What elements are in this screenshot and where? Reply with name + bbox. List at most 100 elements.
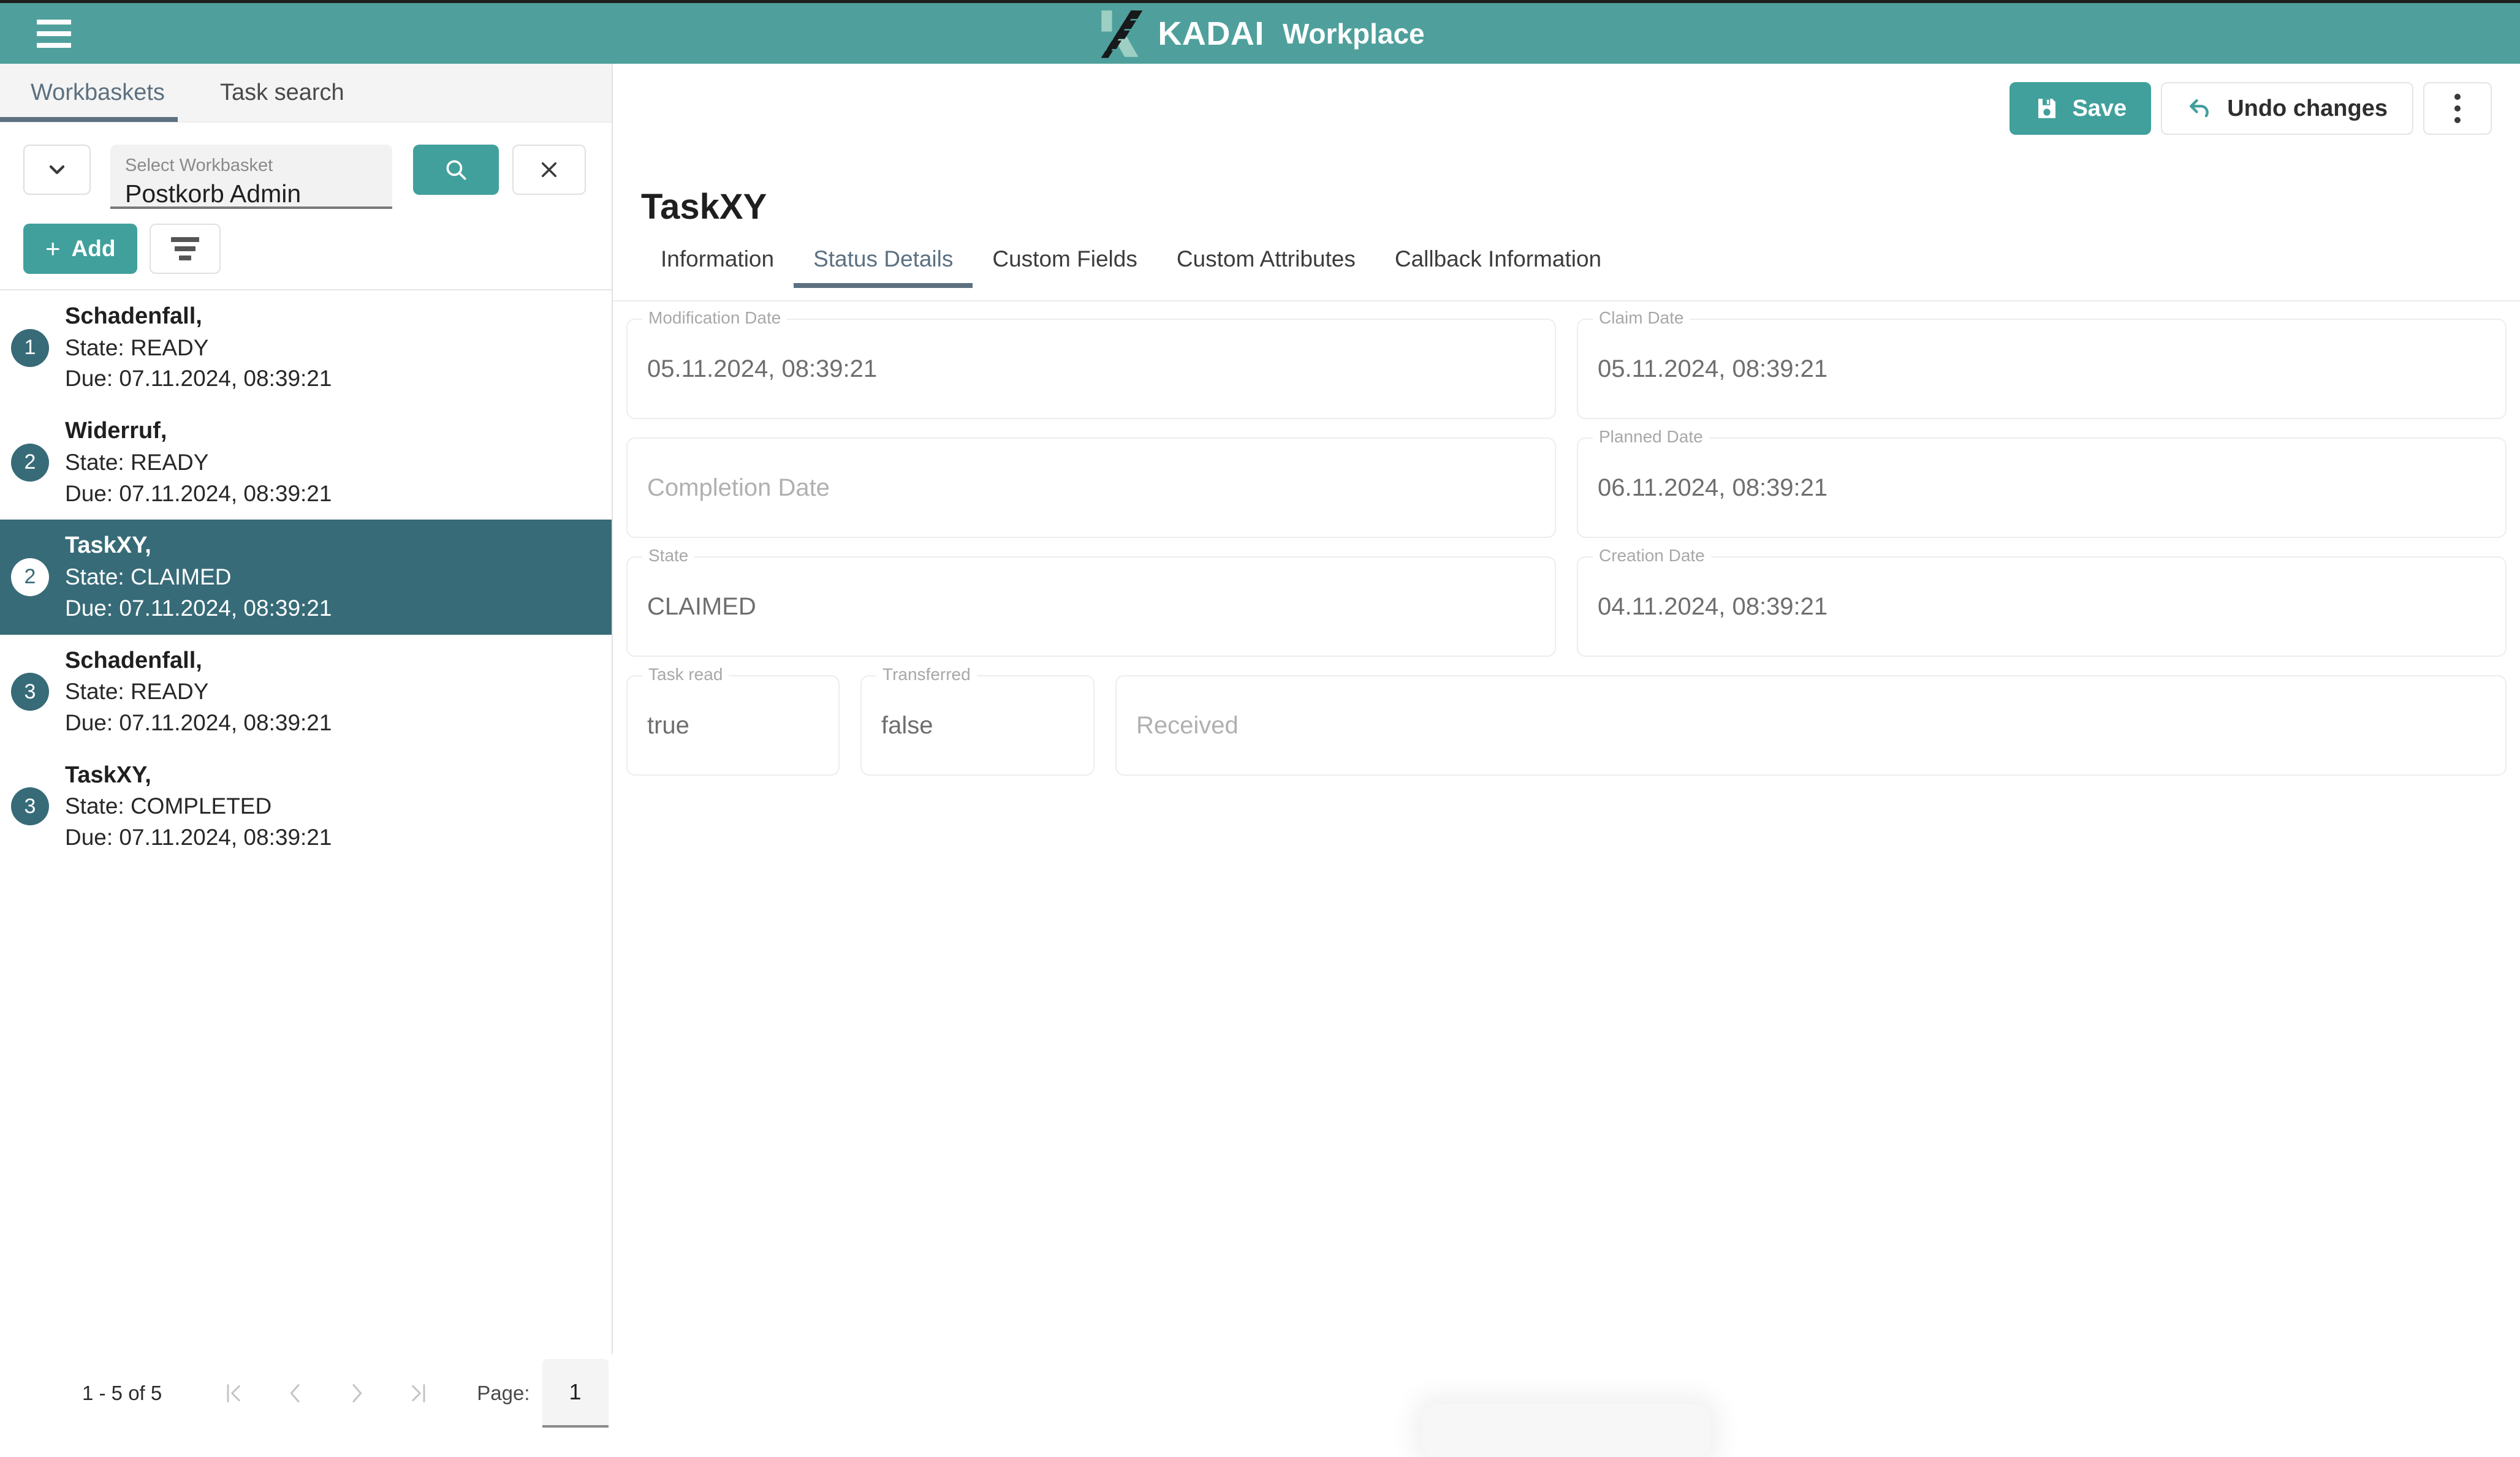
transferred-value: false bbox=[881, 712, 933, 739]
search-button[interactable] bbox=[413, 145, 499, 195]
save-button-label: Save bbox=[2072, 95, 2127, 121]
state-field[interactable]: State CLAIMED bbox=[626, 547, 1556, 657]
task-due: Due: 07.11.2024, 08:39:21 bbox=[65, 366, 332, 392]
tab-custom-fields[interactable]: Custom Fields bbox=[973, 246, 1156, 288]
sidebar-tab-indicator bbox=[0, 117, 178, 122]
page-title: TaskXY bbox=[641, 187, 767, 227]
status-details-form: Modification Date 05.11.2024, 08:39:21 C… bbox=[626, 309, 2507, 794]
task-list-item[interactable]: 2 Widerruf, State: READY Due: 07.11.2024… bbox=[0, 405, 612, 520]
task-due: Due: 07.11.2024, 08:39:21 bbox=[65, 710, 332, 735]
top-app-bar: KADAI Workplace bbox=[0, 0, 2520, 64]
workbasket-expand-button[interactable] bbox=[23, 145, 91, 195]
claim-date-value: 05.11.2024, 08:39:21 bbox=[1598, 355, 1828, 382]
sidebar-tabs: Workbaskets Task search bbox=[0, 64, 612, 123]
paginator-page-label: Page: bbox=[477, 1382, 530, 1404]
planned-date-value: 06.11.2024, 08:39:21 bbox=[1598, 474, 1828, 501]
creation-date-label: Creation Date bbox=[1593, 547, 1711, 564]
received-placeholder: Received bbox=[1136, 712, 1239, 739]
brand-logo-group: KADAI Workplace bbox=[0, 7, 2520, 60]
tabs-divider bbox=[613, 300, 2520, 301]
last-page-icon bbox=[412, 1384, 425, 1402]
chevron-down-icon bbox=[49, 165, 65, 175]
sort-icon-line-1 bbox=[171, 237, 200, 242]
task-read-value: true bbox=[647, 712, 689, 739]
main-content: Save Undo changes TaskXY Information Sta… bbox=[613, 64, 2520, 1457]
task-state: State: READY bbox=[65, 449, 209, 475]
task-due: Due: 07.11.2024, 08:39:21 bbox=[65, 480, 332, 506]
sort-button[interactable] bbox=[150, 224, 221, 274]
save-icon bbox=[2038, 99, 2056, 118]
tab-information[interactable]: Information bbox=[641, 246, 794, 288]
creation-date-field[interactable]: Creation Date 04.11.2024, 08:39:21 bbox=[1577, 547, 2507, 657]
task-state: State: READY bbox=[65, 335, 209, 360]
undo-changes-button[interactable]: Undo changes bbox=[2161, 82, 2413, 135]
sidebar-tab-workbaskets[interactable]: Workbaskets bbox=[21, 64, 175, 123]
task-detail-tabs: Information Status Details Custom Fields… bbox=[641, 246, 2520, 300]
previous-page-button[interactable] bbox=[265, 1363, 326, 1424]
next-page-icon bbox=[352, 1384, 362, 1402]
previous-page-icon bbox=[290, 1384, 300, 1402]
task-title: TaskXY, bbox=[65, 762, 151, 788]
received-field[interactable]: Received bbox=[1115, 675, 2507, 776]
form-row-1: Modification Date 05.11.2024, 08:39:21 C… bbox=[626, 309, 2507, 419]
select-workbasket-value: Postkorb Admin bbox=[125, 180, 302, 208]
sidebar: Workbaskets Task search Select Workbaske… bbox=[0, 64, 613, 1432]
task-title: Widerruf, bbox=[65, 418, 167, 444]
transferred-label: Transferred bbox=[876, 666, 977, 683]
save-button[interactable]: Save bbox=[2010, 82, 2152, 135]
kebab-menu-icon-dot-3 bbox=[2454, 117, 2461, 123]
sidebar-tab-task-search[interactable]: Task search bbox=[210, 64, 354, 123]
task-title: Schadenfall, bbox=[65, 303, 202, 329]
form-row-2: Completion Date Planned Date 06.11.2024,… bbox=[626, 428, 2507, 538]
more-options-button[interactable] bbox=[2423, 82, 2492, 135]
last-page-button[interactable] bbox=[387, 1363, 449, 1424]
task-list-item[interactable]: 3 TaskXY, State: COMPLETED Due: 07.11.20… bbox=[0, 749, 612, 864]
planned-date-field[interactable]: Planned Date 06.11.2024, 08:39:21 bbox=[1577, 428, 2507, 538]
task-state: State: READY bbox=[65, 679, 209, 705]
brand-name: KADAI bbox=[1158, 15, 1264, 52]
add-button[interactable]: + Add bbox=[23, 224, 138, 274]
first-page-button[interactable] bbox=[203, 1363, 265, 1424]
task-state: State: CLAIMED bbox=[65, 564, 232, 590]
hamburger-icon[interactable] bbox=[37, 19, 71, 48]
task-read-field[interactable]: Task read true bbox=[626, 666, 840, 776]
undo-changes-label: Undo changes bbox=[2227, 95, 2388, 121]
tab-callback-information[interactable]: Callback Information bbox=[1375, 246, 1621, 288]
task-list-item[interactable]: 1 Schadenfall, State: READY Due: 07.11.2… bbox=[0, 290, 612, 405]
paginator: 1 - 5 of 5 Page: 1 bbox=[0, 1354, 613, 1432]
workbasket-actions-row: + Add bbox=[0, 208, 612, 282]
modification-date-label: Modification Date bbox=[642, 309, 788, 327]
claim-date-field[interactable]: Claim Date 05.11.2024, 08:39:21 bbox=[1577, 309, 2507, 419]
task-list-item-selected[interactable]: 2 TaskXY, State: CLAIMED Due: 07.11.2024… bbox=[0, 520, 612, 635]
completion-date-placeholder: Completion Date bbox=[647, 474, 830, 501]
task-priority-badge: 1 bbox=[11, 328, 49, 367]
task-list-item[interactable]: 3 Schadenfall, State: READY Due: 07.11.2… bbox=[0, 635, 612, 749]
close-icon bbox=[541, 162, 557, 178]
kebab-menu-icon-dot-2 bbox=[2454, 105, 2461, 112]
task-title: TaskXY, bbox=[65, 532, 151, 559]
plus-icon: + bbox=[45, 234, 61, 263]
first-page-icon bbox=[227, 1384, 241, 1402]
creation-date-value: 04.11.2024, 08:39:21 bbox=[1598, 593, 1828, 620]
clear-search-button[interactable] bbox=[512, 145, 586, 195]
form-row-3: State CLAIMED Creation Date 04.11.2024, … bbox=[626, 547, 2507, 657]
transferred-field[interactable]: Transferred false bbox=[860, 666, 1095, 776]
state-label: State bbox=[642, 547, 695, 564]
tab-custom-attributes[interactable]: Custom Attributes bbox=[1157, 246, 1375, 288]
next-page-button[interactable] bbox=[326, 1363, 387, 1424]
planned-date-label: Planned Date bbox=[1593, 428, 1709, 445]
completion-date-field[interactable]: Completion Date bbox=[626, 437, 1556, 538]
task-priority-badge: 2 bbox=[11, 443, 49, 482]
paginator-page-input[interactable]: 1 bbox=[542, 1359, 609, 1428]
tab-status-details[interactable]: Status Details bbox=[794, 246, 973, 288]
select-workbasket-label: Select Workbasket bbox=[125, 156, 273, 175]
task-due: Due: 07.11.2024, 08:39:21 bbox=[65, 825, 332, 850]
modification-date-field[interactable]: Modification Date 05.11.2024, 08:39:21 bbox=[626, 309, 1556, 419]
task-state: State: COMPLETED bbox=[65, 793, 272, 819]
select-workbasket-input[interactable]: Select Workbasket Postkorb Admin bbox=[110, 145, 392, 209]
claim-date-label: Claim Date bbox=[1593, 309, 1690, 327]
brand-subtitle: Workplace bbox=[1282, 17, 1425, 50]
state-value: CLAIMED bbox=[647, 593, 756, 620]
task-detail-toolbar: Save Undo changes bbox=[2010, 82, 2492, 135]
task-priority-badge: 3 bbox=[11, 673, 49, 711]
